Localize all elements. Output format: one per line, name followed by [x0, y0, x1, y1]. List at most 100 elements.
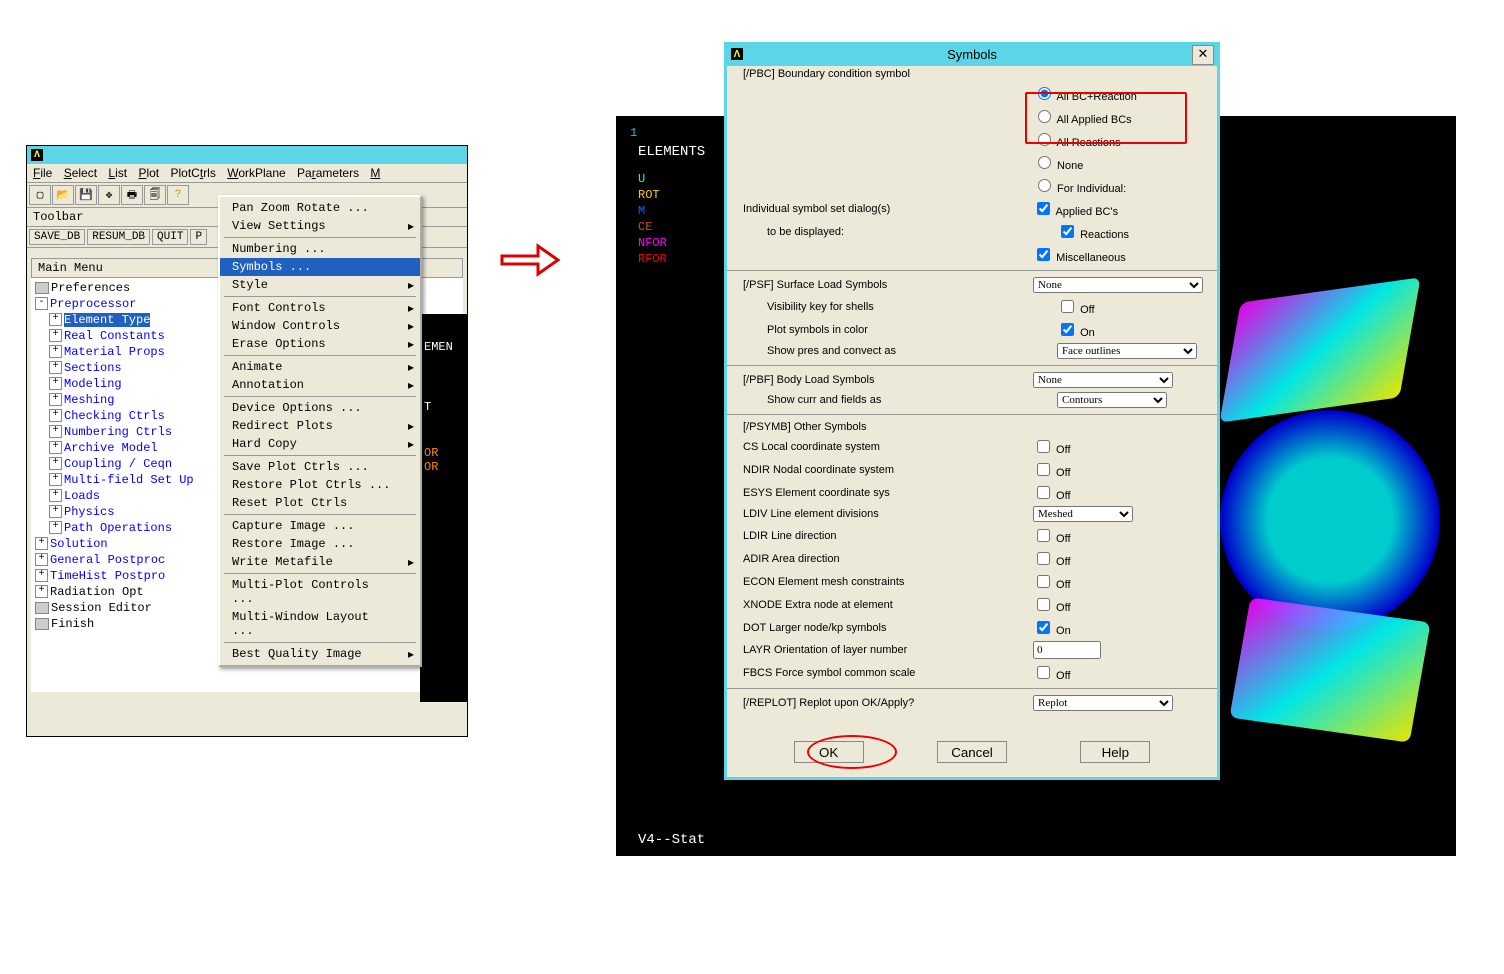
menu-item-erase-options[interactable]: Erase Options	[220, 335, 420, 353]
gfx-elements-label: ELEMENTS	[638, 144, 705, 160]
menu-file[interactable]: FFileile	[33, 166, 52, 180]
menu-item-capture-image-[interactable]: Capture Image ...	[220, 517, 420, 535]
arrow-icon	[500, 240, 560, 295]
psymb-econ-label: ECON Element mesh constraints	[735, 576, 1033, 588]
gfx-u-label: U	[638, 172, 645, 186]
pbc-indiv-label: Individual symbol set dialog(s)	[735, 203, 1033, 215]
new-icon[interactable]: ▢	[29, 185, 51, 205]
psf-color-label: Plot symbols in color	[735, 324, 1057, 336]
menu-workplane[interactable]: WorkPlane	[227, 166, 285, 180]
psymb-ldiv-select[interactable]: Meshed	[1033, 506, 1133, 522]
menu-item-view-settings[interactable]: View Settings	[220, 217, 420, 235]
radio-none[interactable]: None	[1033, 160, 1083, 172]
psymb-econ-check[interactable]: Off	[1033, 579, 1071, 591]
menu-item-animate[interactable]: Animate	[220, 358, 420, 376]
ansys-logo-icon: Λ	[731, 48, 743, 60]
graphics-window-left: EMEN T OR OR	[420, 314, 468, 702]
psymb-ldiv-label: LDIV Line element divisions	[735, 508, 1033, 520]
gfx-m-label: M	[638, 204, 645, 218]
menu-select[interactable]: Select	[64, 166, 97, 180]
menu-item-device-options-[interactable]: Device Options ...	[220, 399, 420, 417]
psf-vis-label: Visibility key for shells	[735, 301, 1057, 313]
check-reactions[interactable]: Reactions	[1057, 229, 1129, 241]
gfx-nfor-label: NFOR	[638, 236, 667, 250]
menu-plotctrls[interactable]: PlotCtrls	[171, 166, 216, 180]
pick-icon[interactable]: ✥	[98, 185, 120, 205]
close-button[interactable]: ✕	[1192, 45, 1214, 65]
save-db-button[interactable]: SAVE_DB	[29, 229, 85, 245]
quit-button[interactable]: QUIT	[152, 229, 188, 245]
ansys-logo-icon: Λ	[31, 149, 43, 161]
gfx-ce-label: CE	[638, 220, 652, 234]
help-icon[interactable]: ?	[167, 185, 189, 205]
print-icon[interactable]: 🖶	[121, 185, 143, 205]
menu-item-multi-plot-controls-[interactable]: Multi-Plot Controls ...	[220, 576, 420, 608]
menu-item-best-quality-image[interactable]: Best Quality Image	[220, 645, 420, 663]
menu-item-write-metafile[interactable]: Write Metafile	[220, 553, 420, 571]
psymb-cs-check[interactable]: Off	[1033, 444, 1071, 456]
gfx-rot-label: ROT	[638, 188, 660, 202]
radio-for-individual-[interactable]: For Individual:	[1033, 183, 1126, 195]
check-applied-bcs[interactable]: Applied BC's	[1033, 206, 1118, 218]
menu-item-numbering-[interactable]: Numbering ...	[220, 240, 420, 258]
psymb-layr-input[interactable]	[1033, 641, 1101, 659]
psymb-ldir-check[interactable]: Off	[1033, 533, 1071, 545]
plotctrls-menu[interactable]: Pan Zoom Rotate ...View Settings Numberin…	[218, 195, 422, 667]
pbf-select[interactable]: None	[1033, 372, 1173, 388]
menu-item-redirect-plots[interactable]: Redirect Plots	[220, 417, 420, 435]
save-icon[interactable]: 💾	[75, 185, 97, 205]
report-icon[interactable]: 🗐	[144, 185, 166, 205]
gfx-label-or: OR	[424, 446, 464, 460]
menu-item-pan-zoom-rotate-[interactable]: Pan Zoom Rotate ...	[220, 199, 420, 217]
dialog-title: Symbols	[947, 47, 997, 62]
menu-item-window-controls[interactable]: Window Controls	[220, 317, 420, 335]
psf-show-select[interactable]: Face outlines	[1057, 343, 1197, 359]
gfx-label-t: T	[424, 400, 464, 414]
menu-item-symbols-[interactable]: Symbols ...	[220, 258, 420, 276]
menu-item-font-controls[interactable]: Font Controls	[220, 299, 420, 317]
open-icon[interactable]: 📂	[52, 185, 74, 205]
menu-item-restore-image-[interactable]: Restore Image ...	[220, 535, 420, 553]
title-bar: Λ	[27, 146, 467, 164]
pbf-label: [/PBF] Body Load Symbols	[735, 374, 1033, 386]
psf-color-check[interactable]: On	[1057, 327, 1095, 339]
menu-item-style[interactable]: Style	[220, 276, 420, 294]
menu-item-multi-window-layout-[interactable]: Multi-Window Layout ...	[220, 608, 420, 640]
psymb-fbcs-check[interactable]: Off	[1033, 670, 1071, 682]
help-button[interactable]: Help	[1080, 741, 1150, 763]
psymb-cs-label: CS Local coordinate system	[735, 441, 1033, 453]
gfx-status-label: V4--Stat	[638, 832, 705, 848]
psymb-dot-check[interactable]: On	[1033, 625, 1071, 637]
menu-list[interactable]: List	[108, 166, 127, 180]
psf-vis-check[interactable]: Off	[1057, 304, 1095, 316]
menu-more[interactable]: M	[370, 166, 380, 180]
pbf-show-select[interactable]: Contours	[1057, 392, 1167, 408]
check-miscellaneous[interactable]: Miscellaneous	[1033, 252, 1126, 264]
highlight-circle-icon	[807, 735, 897, 769]
menu-parameters[interactable]: Parameters	[297, 166, 359, 180]
gfx-line-number: 1	[630, 126, 637, 140]
psymb-esys-check[interactable]: Off	[1033, 490, 1071, 502]
powrgrph-button[interactable]: P	[190, 229, 207, 245]
menu-item-restore-plot-ctrls-[interactable]: Restore Plot Ctrls ...	[220, 476, 420, 494]
menu-item-save-plot-ctrls-[interactable]: Save Plot Ctrls ...	[220, 458, 420, 476]
menu-bar[interactable]: FFileile Select List Plot PlotCtrls Work…	[27, 164, 467, 183]
psymb-xnode-check[interactable]: Off	[1033, 602, 1071, 614]
psymb-fbcs-label: FBCS Force symbol common scale	[735, 667, 1033, 679]
menu-item-hard-copy[interactable]: Hard Copy	[220, 435, 420, 453]
psf-label: [/PSF] Surface Load Symbols	[735, 279, 1033, 291]
cancel-button[interactable]: Cancel	[937, 741, 1007, 763]
menu-item-annotation[interactable]: Annotation	[220, 376, 420, 394]
psymb-xnode-label: XNODE Extra node at element	[735, 599, 1033, 611]
psymb-ldir-label: LDIR Line direction	[735, 530, 1033, 542]
replot-select[interactable]: Replot	[1033, 695, 1173, 711]
psf-select[interactable]: None	[1033, 277, 1203, 293]
menu-item-reset-plot-ctrls[interactable]: Reset Plot Ctrls	[220, 494, 420, 512]
psf-show-label: Show pres and convect as	[735, 345, 1057, 357]
psymb-ndir-check[interactable]: Off	[1033, 467, 1071, 479]
psymb-adir-check[interactable]: Off	[1033, 556, 1071, 568]
resum-db-button[interactable]: RESUM_DB	[87, 229, 150, 245]
dialog-title-bar: Λ Symbols ✕	[727, 42, 1217, 66]
menu-plot[interactable]: Plot	[138, 166, 159, 180]
replot-label: [/REPLOT] Replot upon OK/Apply?	[735, 697, 1033, 709]
